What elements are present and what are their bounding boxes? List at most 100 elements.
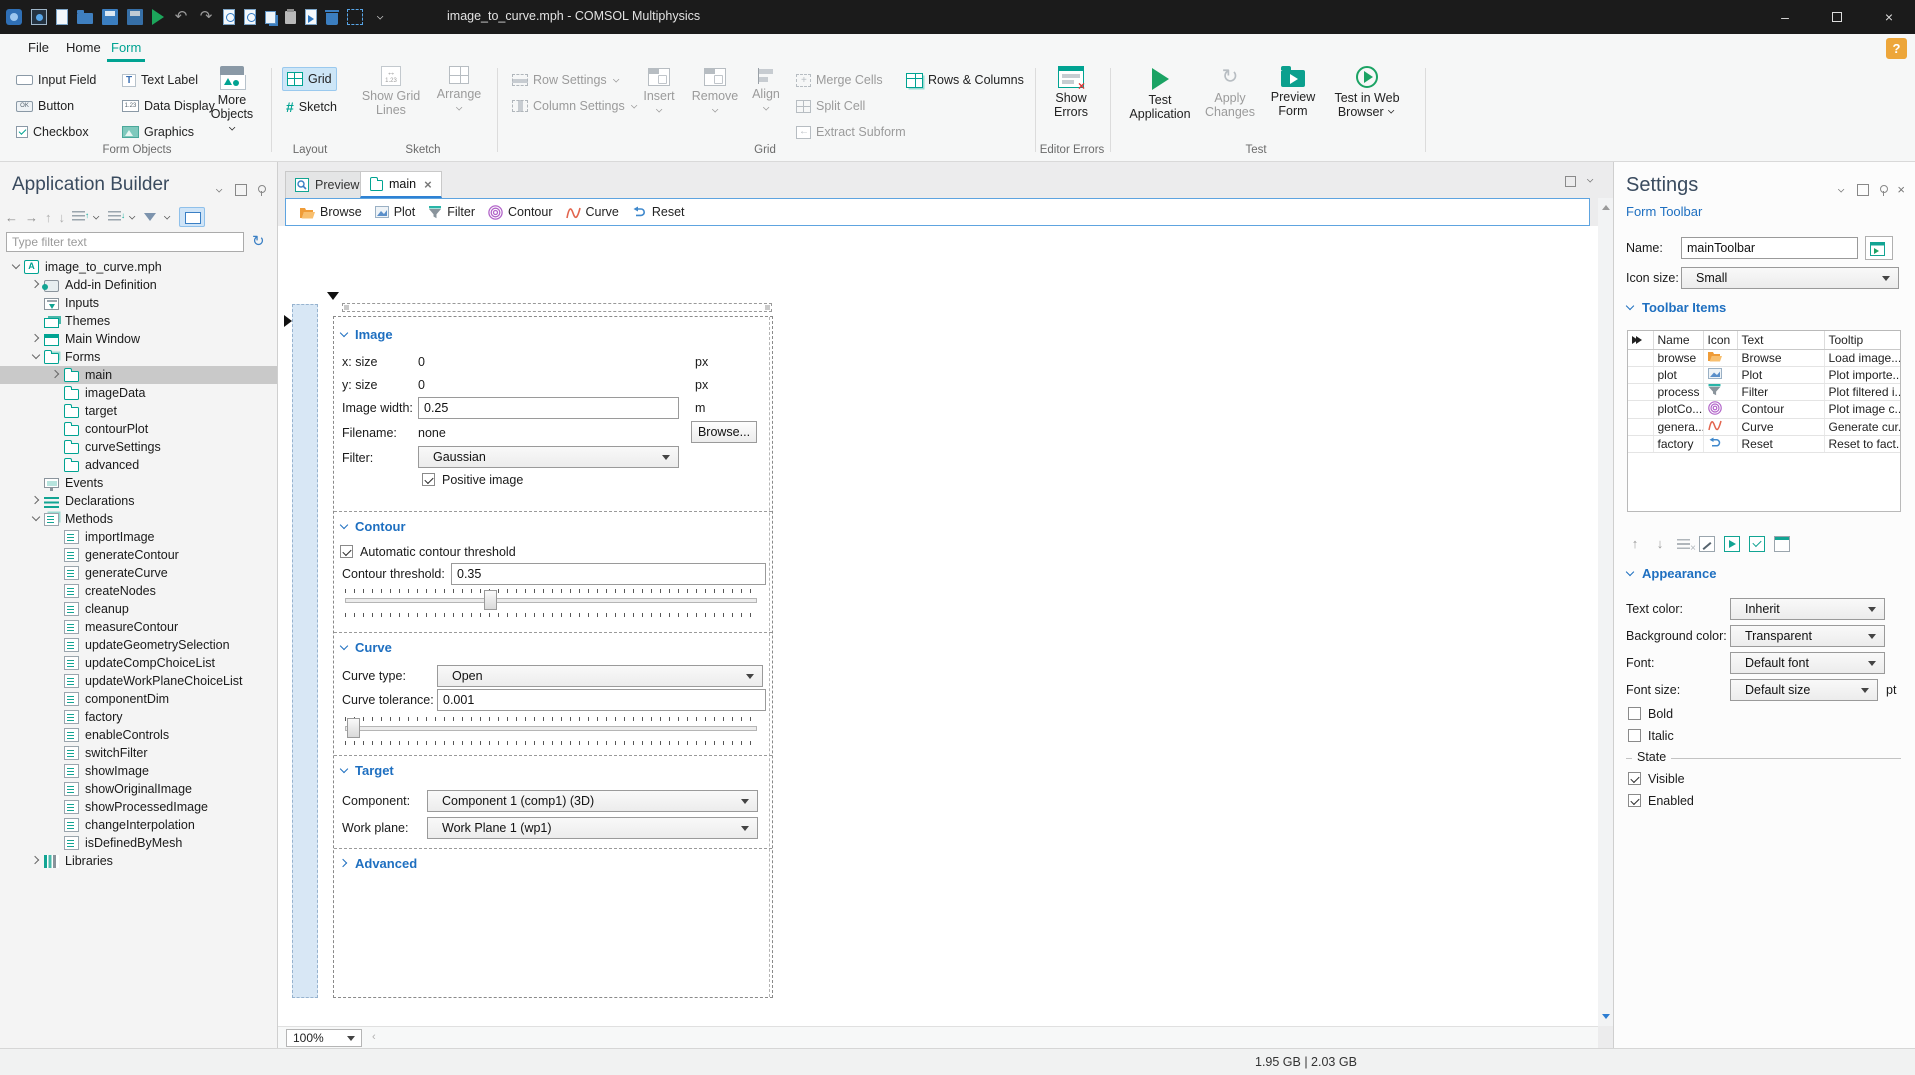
horizontal-scrollbar[interactable]: 100% ‹ xyxy=(278,1026,1598,1048)
component-select[interactable]: Component 1 (comp1) (3D) xyxy=(427,790,758,812)
section-header-advanced[interactable]: Advanced xyxy=(340,856,417,871)
column-handle-bar[interactable] xyxy=(342,303,772,312)
new-file-icon[interactable] xyxy=(56,9,68,25)
tree-item-root[interactable]: Aimage_to_curve.mph xyxy=(0,258,277,276)
apply-changes-button[interactable]: ↻ Apply Changes xyxy=(1200,66,1260,119)
slider-thumb[interactable] xyxy=(484,590,497,610)
tree-item-method[interactable]: switchFilter xyxy=(0,744,277,762)
tree-item-method[interactable]: updateCompChoiceList xyxy=(0,654,277,672)
tree-item-themes[interactable]: Themes xyxy=(0,312,277,330)
sketch-mode-button[interactable]: # Sketch xyxy=(282,95,341,119)
tree-item-advanced[interactable]: advanced xyxy=(0,456,277,474)
curve-toolbar-button[interactable]: Curve xyxy=(565,205,619,219)
vertical-scrollbar[interactable] xyxy=(1598,198,1613,1026)
edit-item-icon[interactable] xyxy=(1699,536,1715,552)
add-toggle-item-icon[interactable] xyxy=(1749,536,1765,552)
visible-checkbox[interactable] xyxy=(1628,772,1641,785)
move-down-icon[interactable]: ↓ xyxy=(1652,536,1668,552)
preview-all-icon[interactable] xyxy=(244,9,256,25)
font-size-select[interactable]: Default size xyxy=(1730,679,1878,701)
tree-item-main[interactable]: main xyxy=(0,366,277,384)
undo-icon[interactable]: ↶ xyxy=(173,9,189,25)
move-up-icon[interactable]: ↑ xyxy=(45,210,52,225)
tree-filter-input[interactable] xyxy=(6,232,244,252)
scroll-down-icon[interactable] xyxy=(1602,1014,1610,1023)
run-icon[interactable] xyxy=(152,9,164,25)
column-header-text[interactable]: Text xyxy=(1737,331,1825,350)
enabled-checkbox[interactable] xyxy=(1628,794,1641,807)
tree-item-method[interactable]: enableControls xyxy=(0,726,277,744)
panel-menu-chevron-icon[interactable] xyxy=(1837,184,1849,196)
name-input[interactable] xyxy=(1681,237,1858,259)
work-plane-select[interactable]: Work Plane 1 (wp1) xyxy=(427,817,758,839)
tree-item-method[interactable]: showImage xyxy=(0,762,277,780)
paste-icon[interactable] xyxy=(285,9,296,24)
add-separator-item-icon[interactable] xyxy=(1774,536,1790,552)
align-button[interactable]: Align xyxy=(744,68,788,113)
show-errors-button[interactable]: Show Errors xyxy=(1042,66,1100,119)
curve-tolerance-slider[interactable] xyxy=(345,726,757,731)
select-region-icon[interactable] xyxy=(347,9,363,25)
bold-checkbox[interactable] xyxy=(1628,707,1641,720)
row-settings-button[interactable]: Row Settings xyxy=(508,68,625,92)
tree-item-main-window[interactable]: Main Window xyxy=(0,330,277,348)
browse-toolbar-button[interactable]: Browse xyxy=(300,205,362,219)
contour-threshold-slider[interactable] xyxy=(345,598,757,603)
column-header-icon[interactable]: Icon xyxy=(1703,331,1738,350)
table-row-plotcontour[interactable]: plotCo... Contour Plot image c... xyxy=(1628,400,1900,419)
tree-item-curvesettings[interactable]: curveSettings xyxy=(0,438,277,456)
italic-checkbox[interactable] xyxy=(1628,729,1641,742)
text-color-select[interactable]: Inherit xyxy=(1730,598,1885,620)
maximize-editor-icon[interactable] xyxy=(1565,176,1576,187)
browse-file-button[interactable]: Browse... xyxy=(691,421,757,443)
section-header-curve[interactable]: Curve xyxy=(340,640,392,655)
tab-file[interactable]: File xyxy=(24,34,53,62)
contour-threshold-input[interactable] xyxy=(451,563,766,585)
tree-item-target[interactable]: target xyxy=(0,402,277,420)
rows-columns-button[interactable]: Rows & Columns xyxy=(902,68,1028,92)
insert-button[interactable]: Insert xyxy=(636,68,682,115)
tree-item-method[interactable]: generateCurve xyxy=(0,564,277,582)
chevron-expanded-icon[interactable] xyxy=(32,350,44,364)
text-label-button[interactable]: T Text Label xyxy=(118,68,202,92)
tree-item-method[interactable]: factory xyxy=(0,708,277,726)
form-canvas[interactable]: Image x: size 0 px y: size 0 px Image wi… xyxy=(278,226,1598,1026)
checkbox-object-button[interactable]: Checkbox xyxy=(12,120,93,144)
chevron-down-icon[interactable] xyxy=(129,214,136,221)
tree-item-method[interactable]: measureContour xyxy=(0,618,277,636)
chevron-collapsed-icon[interactable] xyxy=(32,854,44,868)
curve-type-select[interactable]: Open xyxy=(437,665,763,687)
tree-item-contourplot[interactable]: contourPlot xyxy=(0,420,277,438)
arrange-button[interactable]: Arrange xyxy=(430,66,488,113)
panel-pin-icon[interactable] xyxy=(255,184,267,196)
split-cell-button[interactable]: Split Cell xyxy=(792,94,869,118)
duplicate-icon[interactable] xyxy=(305,9,317,25)
icon-size-select[interactable]: Small xyxy=(1681,267,1899,289)
preview-selected-icon[interactable] xyxy=(223,9,235,25)
merge-cells-button[interactable]: Merge Cells xyxy=(792,68,887,92)
tree-item-events[interactable]: Events xyxy=(0,474,277,492)
chevron-collapsed-icon[interactable] xyxy=(52,368,64,382)
tab-home[interactable]: Home xyxy=(62,34,105,62)
panel-float-icon[interactable] xyxy=(235,184,247,196)
tree-item-method[interactable]: showOriginalImage xyxy=(0,780,277,798)
tree-item-methods[interactable]: Methods xyxy=(0,510,277,528)
chevron-expanded-icon[interactable] xyxy=(32,512,44,526)
table-row-plot[interactable]: plot Plot Plot importe... xyxy=(1628,366,1900,384)
plot-toolbar-button[interactable]: Plot xyxy=(374,205,415,219)
desktop-icon[interactable] xyxy=(31,9,47,25)
tree-item-method[interactable]: componentDim xyxy=(0,690,277,708)
maximize-button[interactable] xyxy=(1811,0,1863,34)
refresh-icon[interactable]: ↻ xyxy=(252,232,265,250)
expand-all-icon[interactable] xyxy=(72,211,89,223)
tree-item-method[interactable]: updateWorkPlaneChoiceList xyxy=(0,672,277,690)
column-header-name[interactable]: Name xyxy=(1653,331,1704,350)
slider-thumb[interactable] xyxy=(347,718,360,738)
tree-item-forms[interactable]: Forms xyxy=(0,348,277,366)
chevron-expanded-icon[interactable] xyxy=(12,260,24,274)
test-application-button[interactable]: Test Application xyxy=(1122,68,1198,121)
back-icon[interactable]: ← xyxy=(5,210,18,225)
more-objects-button[interactable]: More Objects xyxy=(200,66,264,133)
delete-icon[interactable] xyxy=(325,9,339,25)
close-button[interactable]: × xyxy=(1863,0,1915,34)
